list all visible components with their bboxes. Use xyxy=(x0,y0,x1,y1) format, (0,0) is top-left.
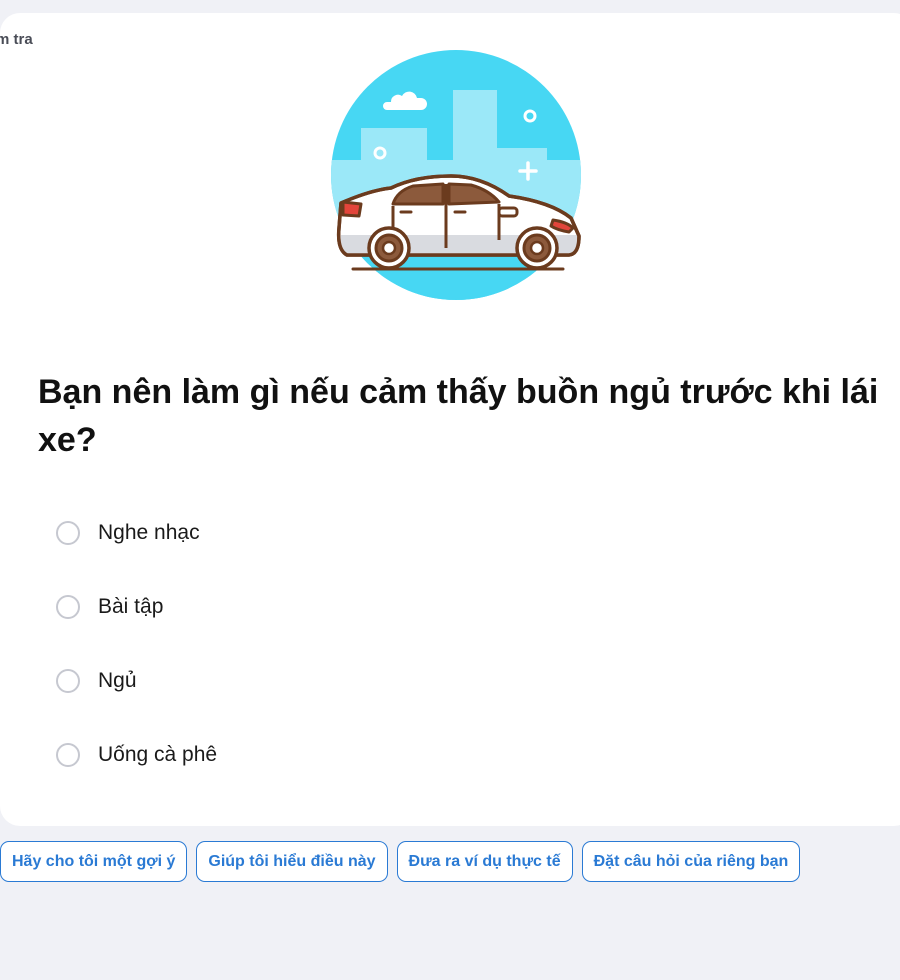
answer-option-3[interactable]: Ngủ xyxy=(56,661,217,701)
car-illustration-icon xyxy=(331,50,581,300)
answer-option-4[interactable]: Uống cà phê xyxy=(56,735,217,775)
radio-button[interactable] xyxy=(56,595,80,619)
answer-option-2[interactable]: Bài tập xyxy=(56,587,217,627)
radio-button[interactable] xyxy=(56,669,80,693)
answer-option-label: Bài tập xyxy=(98,595,164,618)
answer-option-1[interactable]: Nghe nhạc xyxy=(56,513,217,553)
explain-button[interactable]: Giúp tôi hiểu điều này xyxy=(196,841,388,882)
real-example-button[interactable]: Đưa ra ví dụ thực tế xyxy=(396,841,573,882)
answer-option-label: Ngủ xyxy=(98,669,137,692)
ask-own-question-button[interactable]: Đặt câu hỏi của riêng bạn xyxy=(581,841,801,882)
radio-button[interactable] xyxy=(56,743,80,767)
answer-options: Nghe nhạc Bài tập Ngủ Uống cà phê xyxy=(56,513,217,809)
quiz-card: m tra Bạn nên làm gì nếu cảm thấy buồn n… xyxy=(0,13,900,826)
answer-option-label: Nghe nhạc xyxy=(98,521,200,544)
suggestion-chips: Hãy cho tôi một gợi ý Giúp tôi hiểu điều… xyxy=(0,841,801,882)
hint-button[interactable]: Hãy cho tôi một gợi ý xyxy=(0,841,188,882)
section-label: m tra xyxy=(0,31,33,48)
radio-button[interactable] xyxy=(56,521,80,545)
question-text: Bạn nên làm gì nếu cảm thấy buồn ngủ trư… xyxy=(38,373,879,459)
answer-option-label: Uống cà phê xyxy=(98,743,218,766)
